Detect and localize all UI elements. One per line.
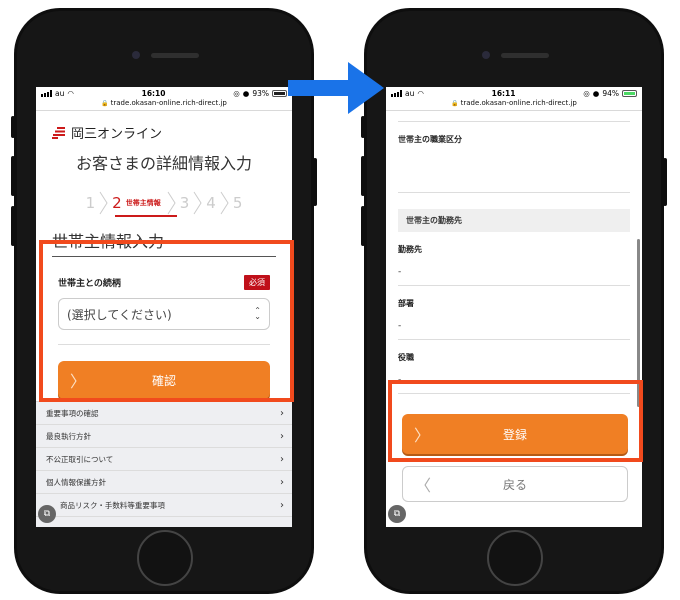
active-step-underline bbox=[115, 215, 177, 217]
volume-up-button bbox=[11, 156, 15, 196]
footer-link-unfair-trading[interactable]: 不公正取引について › bbox=[36, 448, 292, 471]
status-bar: au ◠ 16:11 ◎ ● 94% bbox=[386, 87, 642, 99]
step-4: 4 bbox=[206, 194, 216, 212]
battery-percent: 93% bbox=[252, 88, 269, 98]
url-text: trade.okasan-online.rich-direct.jp bbox=[110, 99, 227, 107]
step-2: 2 bbox=[112, 194, 122, 212]
power-button bbox=[313, 158, 317, 206]
home-button[interactable] bbox=[137, 530, 193, 586]
brand-logo[interactable]: 岡三オンライン bbox=[36, 111, 292, 142]
power-button bbox=[663, 158, 667, 206]
battery-percent: 94% bbox=[602, 88, 619, 98]
address-bar[interactable]: 🔒 trade.okasan-online.rich-direct.jp bbox=[386, 99, 642, 111]
footer-link-label: 不公正取引について bbox=[46, 454, 114, 464]
page-title: お客さまの詳細情報入力 bbox=[75, 154, 252, 173]
footer-link-risk[interactable]: 商品リスク・手数料等重要事項 › bbox=[36, 494, 292, 517]
address-bar[interactable]: 🔒 trade.okasan-online.rich-direct.jp bbox=[36, 99, 292, 111]
chevron-right-icon bbox=[193, 191, 202, 215]
highlight-box-left bbox=[39, 240, 294, 402]
battery-charging-icon bbox=[621, 89, 637, 97]
occupation-label: 世帯主の職業区分 bbox=[398, 135, 462, 144]
step-3: 3 bbox=[179, 194, 190, 212]
mute-switch bbox=[361, 116, 365, 138]
wifi-icon: ◠ bbox=[417, 88, 424, 98]
status-bar: au ◠ 16:10 ◎ ● 93% bbox=[36, 87, 292, 99]
battery-icon bbox=[271, 89, 287, 97]
footer-link-label: 商品リスク・手数料等重要事項 bbox=[60, 500, 165, 510]
occupation-field: 世帯主の職業区分 bbox=[398, 122, 630, 193]
footer-link-label: 個人情報保護方針 bbox=[46, 477, 106, 487]
department-value: - bbox=[398, 321, 630, 340]
chevron-right-icon: › bbox=[280, 453, 284, 465]
chevron-right-icon: › bbox=[280, 407, 284, 419]
rotation-lock-icon: ● bbox=[242, 88, 250, 98]
chevron-right-icon bbox=[99, 191, 108, 215]
employer-value: - bbox=[398, 267, 630, 286]
tabs-icon[interactable]: ⧉ bbox=[38, 505, 56, 523]
url-text: trade.okasan-online.rich-direct.jp bbox=[460, 99, 577, 107]
chevron-left-icon: 〈 bbox=[415, 476, 432, 495]
earpiece-speaker bbox=[501, 53, 549, 58]
position-label: 役職 bbox=[398, 353, 414, 362]
chevron-right-icon: › bbox=[280, 499, 284, 511]
okasan-logo-icon bbox=[52, 126, 65, 139]
footer-links: 重要事項の確認 › 最良執行方針 › 不公正取引について › 個人情報保護方針 › 商品… bbox=[36, 401, 292, 527]
chevron-right-icon: › bbox=[280, 476, 284, 488]
alarm-icon: ◎ bbox=[583, 88, 590, 98]
volume-down-button bbox=[361, 206, 365, 246]
front-camera bbox=[482, 51, 490, 59]
step-indicator: 1 2 世帯主情報 3 4 5 bbox=[36, 186, 292, 220]
volume-down-button bbox=[11, 206, 15, 246]
footer-link-label: 最良執行方針 bbox=[46, 431, 91, 441]
tabs-icon[interactable]: ⧉ bbox=[388, 505, 406, 523]
signal-icon bbox=[391, 89, 402, 97]
volume-up-button bbox=[361, 156, 365, 196]
back-button[interactable]: 〈 戻る bbox=[402, 466, 628, 502]
rotation-lock-icon: ● bbox=[592, 88, 600, 98]
step-5: 5 bbox=[232, 194, 243, 212]
employer-section-header: 世帯主の勤務先 bbox=[398, 209, 630, 232]
alarm-icon: ◎ bbox=[233, 88, 240, 98]
blue-arrow-icon bbox=[288, 62, 384, 114]
back-button-label: 戻る bbox=[502, 477, 527, 492]
carrier-label: au bbox=[55, 88, 65, 98]
mute-switch bbox=[11, 116, 15, 138]
chevron-right-icon: › bbox=[280, 430, 284, 442]
step-2-caption: 世帯主情報 bbox=[125, 199, 161, 207]
earpiece-speaker bbox=[151, 53, 199, 58]
footer-link-privacy[interactable]: 個人情報保護方針 › bbox=[36, 471, 292, 494]
lock-icon: 🔒 bbox=[101, 100, 109, 107]
department-label: 部署 bbox=[398, 299, 414, 308]
carrier-label: au bbox=[405, 88, 415, 98]
footer-link-best-execution[interactable]: 最良執行方針 › bbox=[36, 425, 292, 448]
chevron-right-icon bbox=[167, 191, 176, 215]
home-button[interactable] bbox=[487, 530, 543, 586]
wifi-icon: ◠ bbox=[67, 88, 74, 98]
highlight-box-right bbox=[388, 380, 643, 462]
signal-icon bbox=[41, 89, 52, 97]
occupation-value bbox=[398, 157, 630, 193]
clock: 16:10 bbox=[141, 88, 166, 98]
lock-icon: 🔒 bbox=[451, 100, 459, 107]
footer-link-label: 重要事項の確認 bbox=[46, 408, 99, 418]
phone-right: au ◠ 16:11 ◎ ● 94% 🔒 trade.okasan-online.… bbox=[361, 8, 667, 594]
employer-label: 勤務先 bbox=[398, 245, 422, 254]
brand-name: 岡三オンライン bbox=[71, 127, 163, 142]
footer-link-important[interactable]: 重要事項の確認 › bbox=[36, 402, 292, 425]
step-1: 1 bbox=[85, 194, 96, 212]
front-camera bbox=[132, 51, 140, 59]
employer-field: 勤務先 - bbox=[398, 232, 630, 286]
clock: 16:11 bbox=[491, 88, 516, 98]
chevron-right-icon bbox=[220, 191, 229, 215]
department-field: 部署 - bbox=[398, 286, 630, 340]
